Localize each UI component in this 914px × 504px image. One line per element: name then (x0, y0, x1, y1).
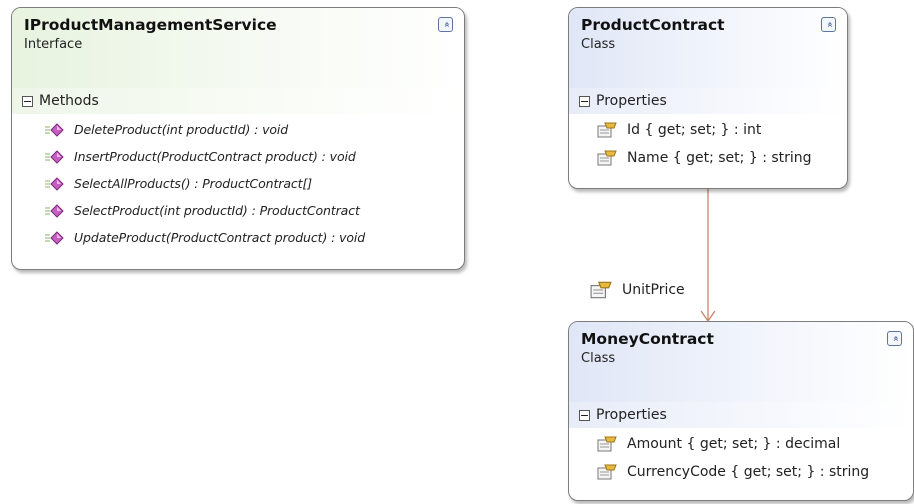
class-title: MoneyContract (581, 330, 714, 348)
property-icon (597, 464, 617, 480)
property-icon (597, 436, 617, 452)
properties-section-header[interactable]: Properties (569, 402, 913, 428)
collapse-chevron-icon[interactable]: « (438, 17, 453, 32)
interface-shape-iproductmanagementservice[interactable]: IProductManagementService Interface « Me… (11, 7, 465, 270)
method-row[interactable]: UpdateProduct(ProductContract product) :… (12, 224, 464, 251)
interface-title: IProductManagementService (24, 16, 277, 34)
property-label: CurrencyCode { get; set; } : string (627, 464, 870, 480)
property-icon (597, 122, 617, 138)
collapse-toggle-icon[interactable] (579, 409, 590, 421)
collapse-chevron-icon[interactable]: « (821, 17, 836, 32)
property-row[interactable]: Id { get; set; } : int (569, 116, 847, 144)
method-icon (45, 176, 64, 191)
interface-stereotype: Interface (24, 37, 83, 52)
property-label: Id { get; set; } : int (627, 122, 762, 138)
association-label-text: UnitPrice (622, 282, 685, 298)
collapse-toggle-icon[interactable] (579, 95, 590, 107)
property-label: Name { get; set; } : string (627, 150, 812, 166)
method-row[interactable]: DeleteProduct(int productId) : void (12, 116, 464, 143)
properties-section-label: Properties (596, 93, 667, 109)
properties-section-label: Properties (596, 407, 667, 423)
class-header: ProductContract Class « (569, 8, 847, 88)
properties-section-header[interactable]: Properties (569, 88, 847, 114)
method-row[interactable]: SelectAllProducts() : ProductContract[] (12, 170, 464, 197)
method-row[interactable]: InsertProduct(ProductContract product) :… (12, 143, 464, 170)
method-icon (45, 122, 64, 137)
class-title: ProductContract (581, 16, 725, 34)
property-icon (597, 150, 617, 166)
method-icon (45, 149, 64, 164)
method-label: UpdateProduct(ProductContract product) :… (74, 230, 366, 245)
property-icon (590, 281, 612, 299)
collapse-chevron-icon[interactable]: « (887, 331, 902, 346)
association-label-unitprice[interactable]: UnitPrice (590, 281, 685, 299)
collapse-toggle-icon[interactable] (22, 95, 33, 107)
property-label: Amount { get; set; } : decimal (627, 436, 841, 452)
method-label: InsertProduct(ProductContract product) :… (74, 149, 356, 164)
property-row[interactable]: Name { get; set; } : string (569, 144, 847, 172)
property-row[interactable]: CurrencyCode { get; set; } : string (569, 458, 913, 486)
class-shape-moneycontract[interactable]: MoneyContract Class « Properties Amount … (568, 321, 914, 501)
class-shape-productcontract[interactable]: ProductContract Class « Properties Id { … (568, 7, 848, 189)
method-label: SelectProduct(int productId) : ProductCo… (74, 203, 360, 218)
method-icon (45, 203, 64, 218)
method-label: SelectAllProducts() : ProductContract[] (74, 176, 313, 191)
method-label: DeleteProduct(int productId) : void (74, 122, 289, 137)
methods-section-header[interactable]: Methods (12, 88, 464, 114)
method-row[interactable]: SelectProduct(int productId) : ProductCo… (12, 197, 464, 224)
interface-header: IProductManagementService Interface « (12, 8, 464, 88)
property-row[interactable]: Amount { get; set; } : decimal (569, 430, 913, 458)
methods-section-label: Methods (39, 93, 99, 109)
class-header: MoneyContract Class « (569, 322, 913, 402)
class-stereotype: Class (581, 37, 616, 52)
class-stereotype: Class (581, 351, 616, 366)
method-icon (45, 230, 64, 245)
